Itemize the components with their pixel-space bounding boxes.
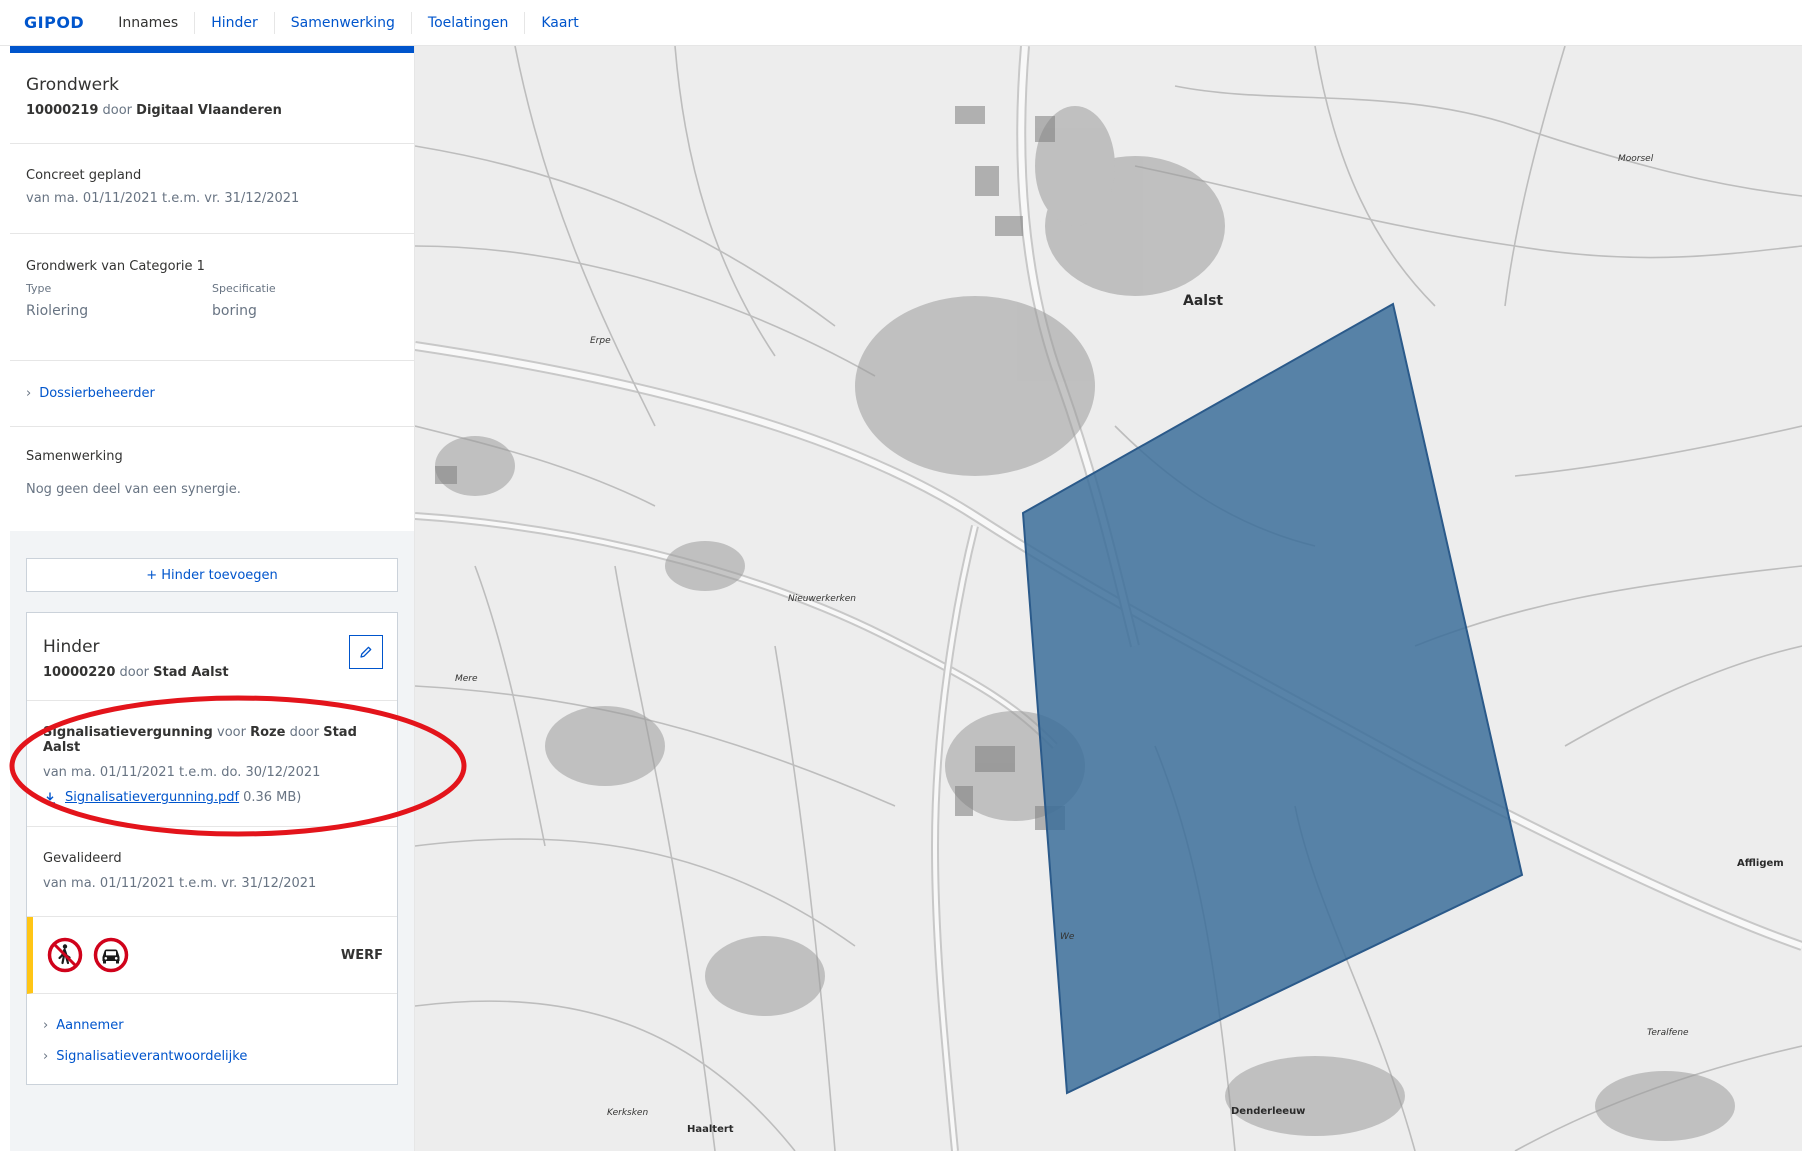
signalisatieverantwoordelijke-toggle[interactable]: › Signalisatieverantwoordelijke bbox=[43, 1049, 381, 1064]
place-kerksken: Kerksken bbox=[607, 1108, 649, 1118]
dossierbeheerder-toggle[interactable]: › Dossierbeheerder bbox=[10, 361, 414, 427]
map-basemap bbox=[415, 46, 1802, 1151]
spec-label: Specificatie bbox=[212, 282, 276, 295]
place-erpe: Erpe bbox=[590, 336, 611, 346]
place-moorsel: Moorsel bbox=[1618, 154, 1654, 164]
chevron-right-icon: › bbox=[26, 386, 32, 401]
place-we: We bbox=[1060, 932, 1075, 942]
sidebar-accent-bar bbox=[10, 46, 414, 53]
grondwerk-meta: 10000219 door Digitaal Vlaanderen bbox=[26, 103, 398, 118]
planning-section: Concreet gepland van ma. 01/11/2021 t.e.… bbox=[10, 144, 414, 234]
type-value: Riolering bbox=[26, 303, 89, 319]
nav-samenwerking[interactable]: Samenwerking bbox=[273, 11, 411, 34]
annotation-ellipse bbox=[9, 695, 467, 837]
nav-innames[interactable]: Innames bbox=[106, 12, 194, 34]
categorie-section: Grondwerk van Categorie 1 Type Riolering… bbox=[10, 234, 414, 361]
grondwerk-id: 10000219 bbox=[26, 103, 99, 118]
no-cars-icon bbox=[93, 937, 129, 973]
detail-sidebar: Grondwerk 10000219 door Digitaal Vlaande… bbox=[10, 46, 415, 1151]
map-view[interactable]: Aalst Moorsel Erpe Nieuwerkerken Mere Af… bbox=[415, 46, 1802, 1151]
nav-toelatingen[interactable]: Toelatingen bbox=[410, 11, 524, 34]
chevron-right-icon: › bbox=[43, 1049, 49, 1064]
type-label: Type bbox=[26, 282, 52, 295]
aannemer-toggle[interactable]: › Aannemer bbox=[43, 1018, 381, 1033]
aannemer-link[interactable]: Aannemer bbox=[56, 1018, 123, 1033]
hinder-links: › Aannemer › Signalisatieverantwoordelij… bbox=[27, 994, 397, 1084]
samenwerking-title: Samenwerking bbox=[26, 449, 123, 464]
grondwerk-title: Grondwerk bbox=[26, 75, 119, 95]
samenwerking-text: Nog geen deel van een synergie. bbox=[26, 482, 241, 497]
nav-kaart[interactable]: Kaart bbox=[524, 11, 594, 34]
planning-status: Concreet gepland bbox=[26, 168, 142, 183]
nav-hinder[interactable]: Hinder bbox=[194, 11, 274, 34]
place-aalst: Aalst bbox=[1183, 293, 1224, 309]
place-mere: Mere bbox=[455, 674, 478, 684]
place-teralfene: Teralfene bbox=[1647, 1028, 1689, 1038]
spec-value: boring bbox=[212, 303, 257, 319]
validation-status: Gevalideerd bbox=[43, 851, 122, 866]
grondwerk-owner: Digitaal Vlaanderen bbox=[136, 103, 282, 118]
hinder-title: Hinder bbox=[43, 637, 100, 657]
categorie-title: Grondwerk van Categorie 1 bbox=[26, 259, 205, 274]
hinder-door: door bbox=[119, 665, 150, 680]
samenwerking-section: Samenwerking Nog geen deel van een syner… bbox=[10, 427, 414, 531]
dossierbeheerder-link[interactable]: Dossierbeheerder bbox=[39, 386, 155, 401]
hinder-id: 10000220 bbox=[43, 665, 116, 680]
place-haaltert: Haaltert bbox=[687, 1124, 734, 1135]
pencil-icon bbox=[360, 646, 372, 658]
werf-label: WERF bbox=[340, 947, 383, 963]
place-affligem: Affligem bbox=[1737, 858, 1784, 869]
place-denderleeuw: Denderleeuw bbox=[1231, 1106, 1306, 1117]
grondwerk-door: door bbox=[102, 103, 133, 118]
app-brand[interactable]: GIPOD bbox=[24, 13, 84, 32]
planning-period: van ma. 01/11/2021 t.e.m. vr. 31/12/2021 bbox=[26, 191, 300, 206]
grondwerk-header: Grondwerk 10000219 door Digitaal Vlaande… bbox=[10, 53, 414, 144]
place-nieuwerkerken: Nieuwerkerken bbox=[788, 594, 856, 604]
signs-section: WERF bbox=[27, 917, 397, 994]
hinder-owner: Stad Aalst bbox=[153, 665, 229, 680]
chevron-right-icon: › bbox=[43, 1018, 49, 1033]
hinder-meta: 10000220 door Stad Aalst bbox=[43, 665, 381, 680]
signalisatieverantwoordelijke-link[interactable]: Signalisatieverantwoordelijke bbox=[56, 1049, 247, 1064]
hinder-header: Hinder 10000220 door Stad Aalst bbox=[27, 613, 397, 701]
edit-hinder-button[interactable] bbox=[349, 635, 383, 669]
validation-period: van ma. 01/11/2021 t.e.m. vr. 31/12/2021 bbox=[43, 876, 317, 891]
add-hinder-button[interactable]: + Hinder toevoegen bbox=[26, 558, 398, 592]
top-navigation: GIPOD Innames Hinder Samenwerking Toelat… bbox=[0, 0, 1802, 46]
no-pedestrians-icon bbox=[47, 937, 83, 973]
